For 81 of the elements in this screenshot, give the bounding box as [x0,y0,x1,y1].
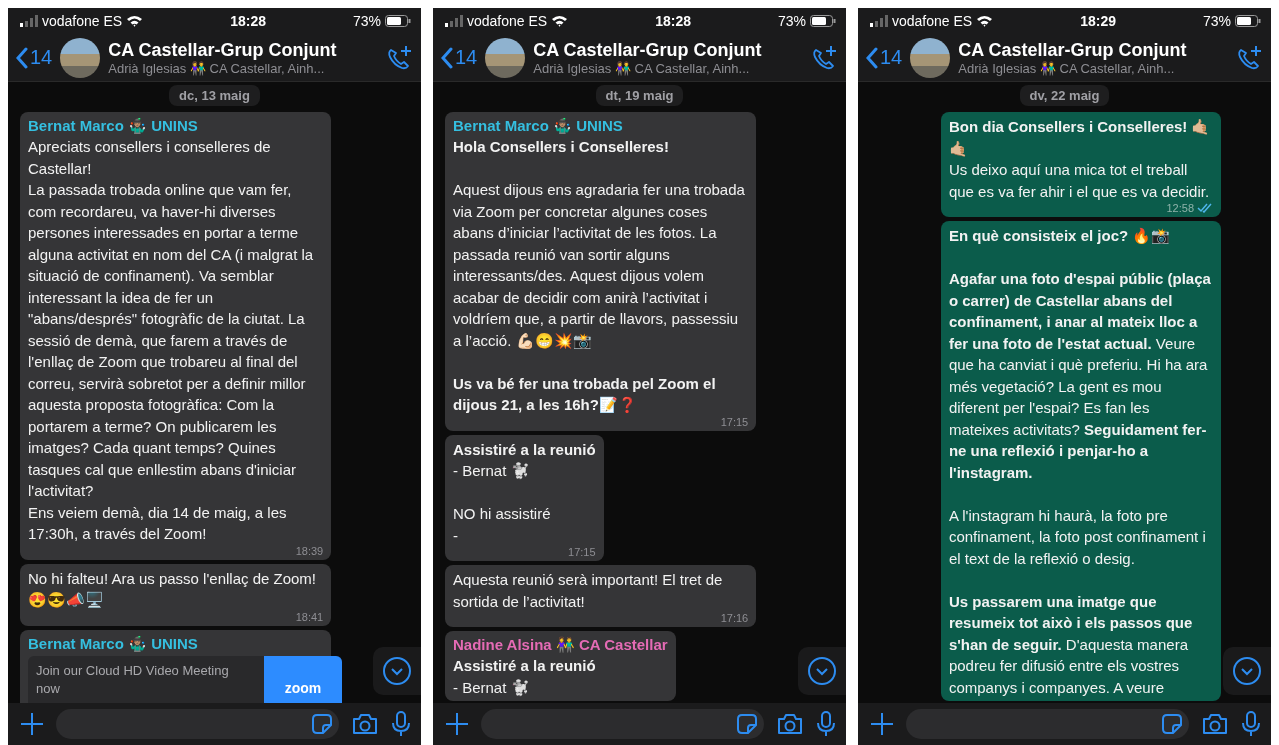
date-chip: dt, 19 maig [595,85,684,106]
link-thumbnail: zoom [264,655,342,703]
wifi-icon [126,15,144,27]
link-preview[interactable]: Join our Cloud HD Video Meeting now zoom [28,655,342,703]
group-avatar-photo[interactable] [910,37,951,78]
message-text: Aquesta reunió serà important! El tret de sortida de l’activitat! [453,570,724,612]
add-call-icon[interactable] [385,43,413,72]
microphone-icon[interactable] [391,710,411,738]
message-text: Assistiré a la reunió - Bernat 🐩 NO hi assistiré - [453,439,596,546]
sender-name: Bernat Marco 🤹🏽‍♂ UNINS [28,633,199,654]
message-field[interactable] [481,709,764,739]
wifi-icon [551,15,569,27]
carrier-name: vodafone ES [892,13,973,29]
plus-icon[interactable] [20,712,44,736]
message-text: Hola Consellers i Conselleres! Aquest dijous ens agradaria fer una trobada via Zoom per concretar algunes coses abans d’iniciar l’activitat de les fotos. La passada reunió van sortir alguns interessants/des. Aquest dijous volem acabar de decidir com anirà l’activitat i voldríem que, a partir de llavors, passessiu a l’acció. 💪🏻😁💥📸 Us va bé fer una trobada pel Zoom el dijous 21, a les 16h?📝❓ [453,137,746,415]
clock-time: 18:29 [1080,13,1116,29]
battery-icon [1235,15,1261,27]
back-button[interactable]: 14 [866,46,903,69]
sender-name: Nadine Alsina 👫 CA Castellar [453,635,668,655]
chevron-icon [441,46,453,69]
message-field[interactable] [906,709,1189,739]
message-text: Bon dia Consellers i Conselleres! 🤙🏼🤙🏼 Us deixo aquí una mica tot el treball que es va fer ahir i el que es va decidir. [948,117,1212,202]
sender-name: Bernat Marco 🤹🏽‍♂ UNINS [28,116,199,136]
chat-title[interactable]: CA Castellar-Grup Conjunt [958,39,1227,61]
camera-icon[interactable] [1201,712,1229,736]
chevron-down-circle-icon [1232,656,1262,686]
message-time: 17:15 [568,546,596,558]
back-button[interactable]: 14 [16,46,53,69]
participants-list: Adrià Iglesias 👫 CA Castellar, Ainh... [533,60,802,76]
camera-icon[interactable] [776,712,804,736]
signal-icon [445,15,463,27]
message-time: 18:39 [295,544,324,557]
sticker-icon[interactable] [311,713,333,735]
chevron-icon [866,46,878,69]
message-text: En què consisteix el joc? 🔥📸 Agafar una foto d'espai públic (plaça o carrer) de Castellar abans del confinament, i anar al mateix lloc a fer una foto de l'estat actual. Veure que ha canviat i què preferiu. Hi ha ara més vegetació? La gent es mou diferent per l'espai? Es fan les mateixes activitats? Seguidament fer-ne una reflexió i penjar-ho a l'instagram. A l'instagram hi haurà, la foto pre confinament, la foto post confinament i el text de la reflexió o desig. Us passarem una imatge que resumeix tot això i els passos que s'han de seguir. D'aquesta manera podreu fer difusió entre els vostres companys i companyes. A veure [948,226,1212,698]
sticker-icon[interactable] [736,713,758,735]
battery-icon [385,15,411,27]
battery-percent: 73% [1202,13,1231,29]
chat-title[interactable]: CA Castellar-Grup Conjunt [533,39,802,61]
message-time: 17:15 [720,415,749,428]
scroll-down-button[interactable] [1223,647,1271,695]
chevron-down-circle-icon [382,656,412,686]
battery-percent: 73% [777,13,806,29]
date-chip: dv, 22 maig [1019,85,1110,106]
battery-icon [810,15,836,27]
scroll-down-button[interactable] [798,647,846,695]
message-text: Apreciats consellers i conselleres de Castellar! La passada trobada online que vam fer, com recordareu, va haver-hi diverses persones interessades en portar a terme alguna activitat en nom del CA (i malgrat la situació de confinament). Va semblar interessant la idea de fer un "abans/després" fotogràfic de la ciutat. La sessió de demà, que farem a través de l'enllaç de Zoom que trobareu al final del correu, servirà sobretot per a definir millor aquesta proposta fotogràfica: Com la portarem a terme? On publicarem les imatges? Cada quant temps? Quines tasques cal que enllestim abans d'iniciar l'activitat? Ens veiem demà, dia 14 de maig, a les 17:30h, a través del Zoom! [28,137,315,544]
add-call-icon[interactable] [1235,43,1263,72]
camera-icon[interactable] [351,712,379,736]
battery-percent: 73% [352,13,381,29]
plus-icon[interactable] [870,712,894,736]
message-time: 12:58 [1166,202,1194,214]
participants-list: Adrià Iglesias 👫 CA Castellar, Ainh... [958,60,1227,76]
message-text: No hi falteu! Ara us passo l'enllaç de Zoom! 😍😎📣🖥 [28,568,318,610]
group-avatar-photo[interactable] [60,37,101,78]
date-chip: dc, 13 maig [169,85,260,106]
message-time: 17:16 [720,612,749,624]
microphone-icon[interactable] [816,710,836,738]
message-field[interactable] [56,709,339,739]
wifi-icon [976,15,994,27]
carrier-name: vodafone ES [467,13,548,29]
signal-icon [870,15,888,27]
back-button[interactable]: 14 [441,46,478,69]
sticker-icon[interactable] [1161,713,1183,735]
scroll-down-button[interactable] [373,647,421,695]
participants-list: Adrià Iglesias 👫 CA Castellar, Ainh... [108,60,377,76]
plus-icon[interactable] [445,712,469,736]
carrier-name: vodafone ES [42,13,123,29]
chevron-icon [16,46,28,69]
microphone-icon[interactable] [1241,710,1261,738]
message-text: Assistiré a la reunió - Bernat 🐩 [453,656,597,698]
message-time: 18:41 [295,610,324,623]
group-avatar-photo[interactable] [485,37,526,78]
signal-icon [20,15,38,27]
chat-title[interactable]: CA Castellar-Grup Conjunt [108,39,377,61]
sender-name: Bernat Marco 🤹🏽‍♂ UNINS [453,116,624,136]
link-title: Join our Cloud HD Video Meeting now [35,661,230,698]
chevron-down-circle-icon [807,656,837,686]
add-call-icon[interactable] [810,43,838,72]
clock-time: 18:28 [655,13,691,29]
clock-time: 18:28 [230,13,266,29]
